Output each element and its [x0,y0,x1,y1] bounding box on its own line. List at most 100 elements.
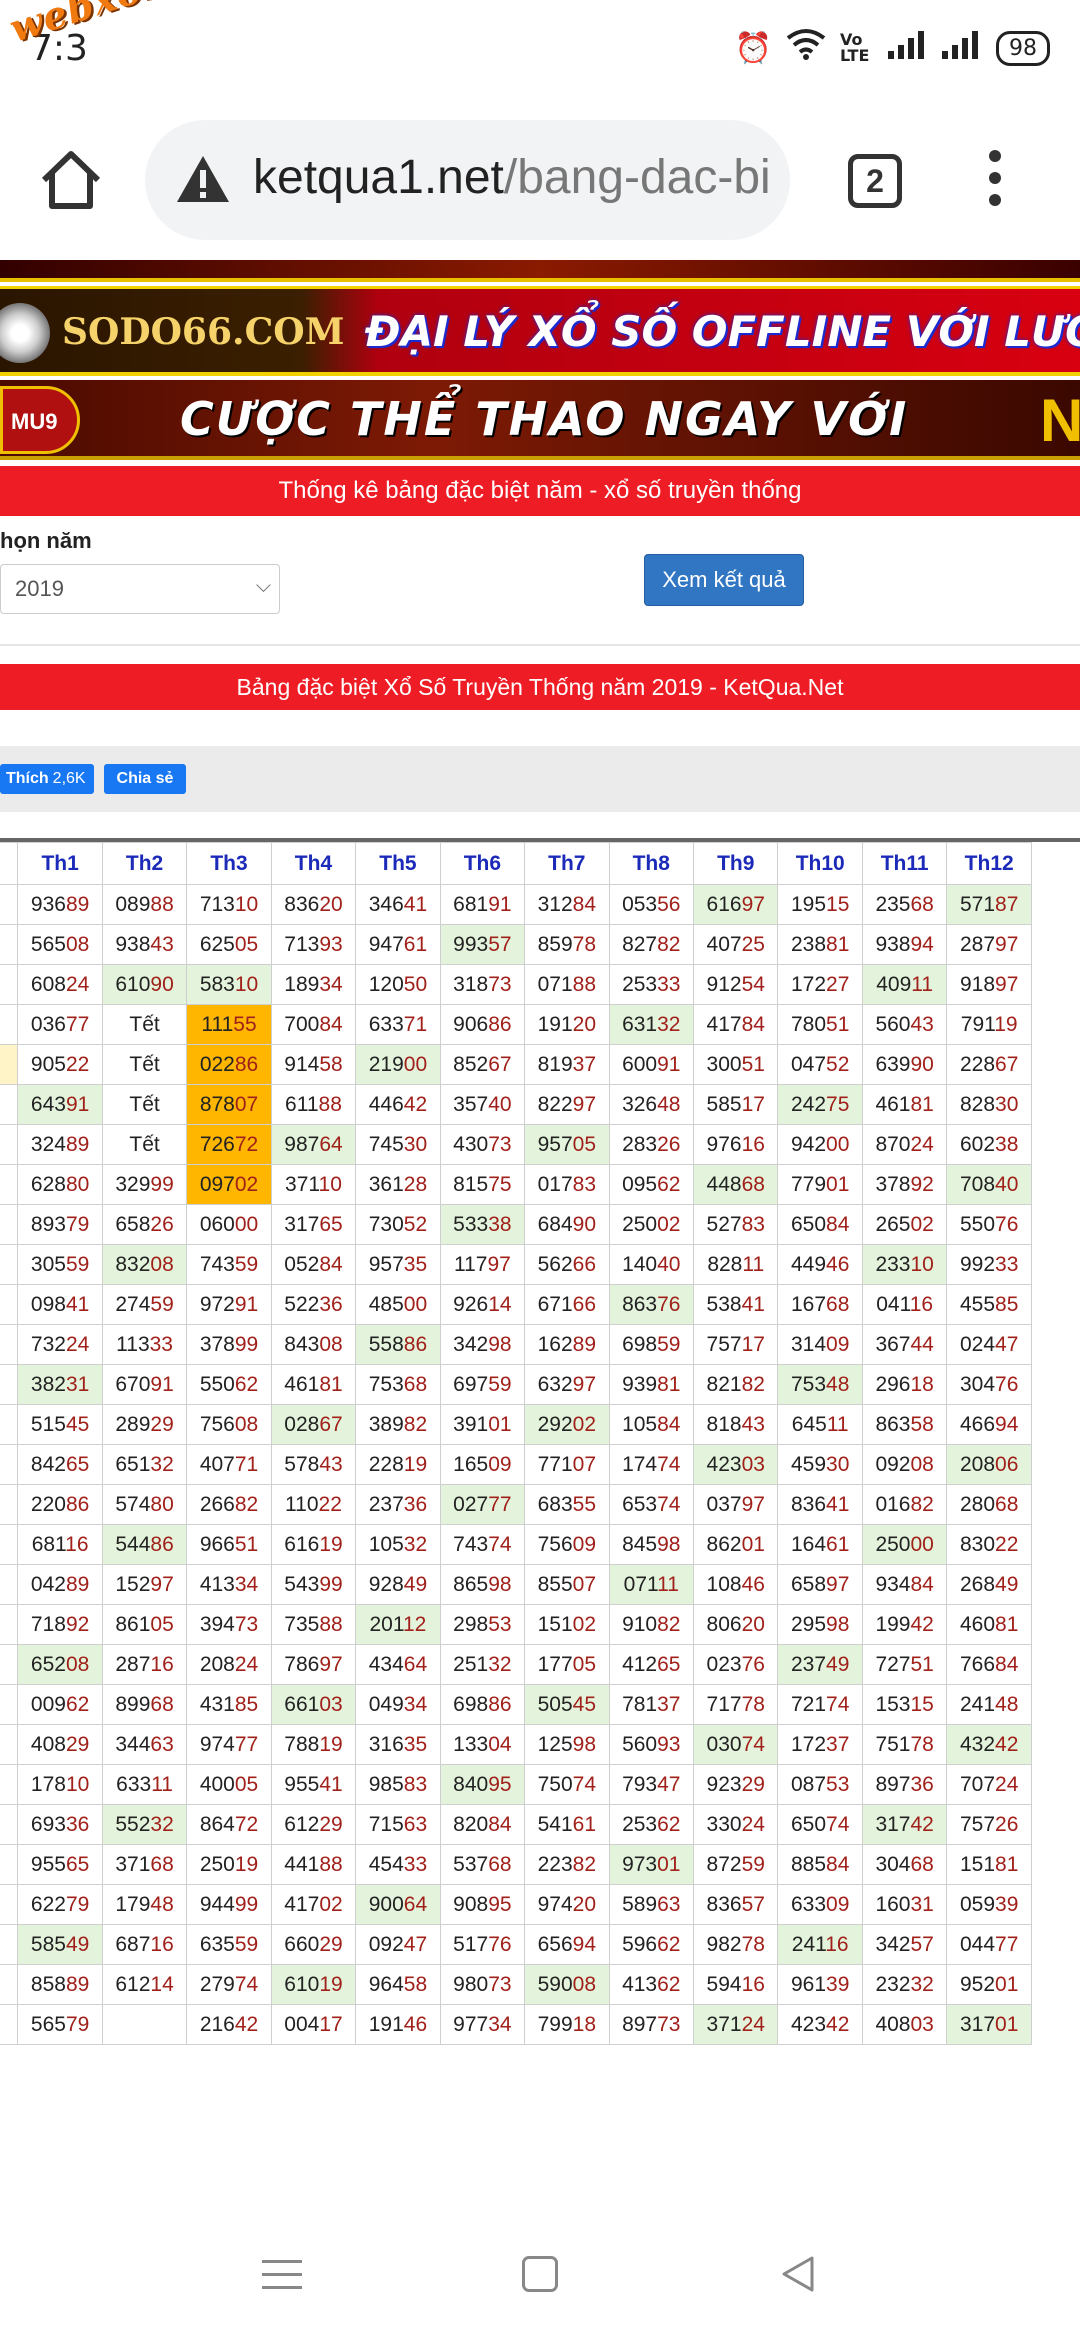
result-cell: 57843 [270,1444,357,1485]
result-cell: 65132 [101,1444,188,1485]
table-row: 09841 27459 97291 52236 48500 92614 67166 86376… [0,1284,1032,1325]
result-cell: 55232 [101,1804,188,1845]
result-cell: 60824 [17,964,103,1005]
result-cell: 93689 [17,884,103,925]
result-cell: 52783 [693,1204,779,1245]
result-cell: 58517 [693,1084,779,1125]
result-cell: 31765 [270,1204,357,1245]
result-cell: 61019 [270,1964,357,2005]
result-cell: 31635 [355,1724,441,1765]
result-cell: 94761 [355,924,441,965]
result-cell: 88584 [777,1844,863,1885]
result-cell: 75348 [777,1364,863,1405]
column-header-month: Th10 [777,842,863,885]
result-cell: 70084 [270,1004,357,1045]
result-cell: 00962 [17,1684,103,1725]
result-cell: 10532 [355,1524,441,1565]
result-cell: 40803 [861,2004,948,2045]
result-cell: 75368 [355,1364,441,1405]
result-cell: 09208 [861,1444,948,1485]
fb-share-button[interactable]: Chia sẻ [104,764,186,794]
back-icon[interactable] [778,2254,818,2294]
result-cell: 98583 [355,1764,441,1805]
year-select[interactable]: 2019 ⌵ [0,564,280,614]
result-cell: 02286 [186,1044,272,1085]
result-cell: 94499 [186,1884,272,1925]
result-cell: 37110 [270,1164,357,1205]
result-cell: 84598 [608,1524,695,1565]
logo-disc-icon [0,303,50,363]
result-cell: 71892 [17,1604,103,1645]
table-row: 95565 37168 25019 44188 45433 53768 22382 97301… [0,1844,1032,1885]
fb-like-button[interactable]: Thích 2,6K [0,764,94,794]
address-bar[interactable]: ketqua1.net/bang-dac-bi [145,120,790,240]
result-cell: 30051 [693,1044,779,1085]
result-cell: 70840 [946,1164,1032,1205]
result-cell: 57187 [946,884,1032,925]
result-cell: 62279 [17,1884,103,1925]
url-text[interactable]: ketqua1.net/bang-dac-bi [253,150,773,205]
view-results-button[interactable]: Xem kết quả [644,554,804,606]
table-row: 68116 54486 96651 61619 10532 74374 75609 84598… [0,1524,1032,1565]
result-cell: 07111 [608,1564,695,1605]
web-page: SODO66.COM ĐẠI LÝ XỔ SỐ OFFLINE VỚI LƯƠN… [0,260,1080,2210]
result-cell: 29598 [777,1604,863,1645]
result-cell: 62880 [17,1164,103,1205]
result-cell: Tết [101,1084,188,1125]
result-cell: 46694 [946,1404,1032,1445]
result-cell: 11333 [101,1324,188,1365]
ad-banner-sodo66[interactable]: SODO66.COM ĐẠI LÝ XỔ SỐ OFFLINE VỚI LƯƠN… [0,286,1080,376]
recent-apps-icon[interactable] [262,2260,302,2290]
home-icon[interactable] [36,146,106,216]
table-row: 93689 08988 71310 83620 34641 68191 31284 05356… [0,884,1032,925]
result-cell: 58310 [186,964,272,1005]
result-cell: 19942 [861,1604,948,1645]
result-cell: 11022 [270,1484,357,1525]
result-cell: 80620 [693,1604,779,1645]
day-cell [0,1964,19,2005]
result-cell: 28068 [946,1484,1032,1525]
result-cell: 68355 [524,1484,610,1525]
day-cell [0,1764,19,1805]
result-cell: 74374 [439,1524,526,1565]
table-row: 32489 Tết 72672 98764 74530 43073 95705 28326 97… [0,1124,1032,1165]
mu9-badge: MU9 [0,386,80,454]
warning-icon[interactable] [175,152,231,208]
day-cell [0,1284,19,1325]
more-menu-icon[interactable] [980,150,1010,214]
result-cell: 09702 [186,1164,272,1205]
result-cell: 22382 [524,1844,610,1885]
result-cell: 34641 [355,884,441,925]
result-cell: 01783 [524,1164,610,1205]
result-cell: 17810 [17,1764,103,1805]
result-cell: 86105 [101,1604,188,1645]
table-row: 71892 86105 39473 73588 20112 29853 15102 91082… [0,1604,1032,1645]
result-cell: 91458 [270,1044,357,1085]
result-cell: 90064 [355,1884,441,1925]
chevron-down-icon: ⌵ [255,575,271,597]
result-cell: 46181 [270,1364,357,1405]
table-row: 51545 28929 75608 02867 38982 39101 29202 10584… [0,1404,1032,1445]
result-cell: 90895 [439,1884,526,1925]
result-cell: 37899 [186,1324,272,1365]
day-cell [0,1164,19,1205]
tab-switcher-button[interactable]: 2 [848,154,902,208]
banner2-text: CƯỢC THỂ THAO NGAY VỚI [180,392,909,446]
banner-strip-top[interactable] [0,260,1080,282]
table-row: 22086 57480 26682 11022 23736 02777 68355 65374… [0,1484,1032,1525]
home-nav-icon[interactable] [522,2256,558,2292]
day-cell [0,924,19,965]
result-cell: 02447 [946,1324,1032,1365]
result-cell: 71310 [186,884,272,925]
result-cell: 79119 [946,1004,1032,1045]
result-cell: 96458 [355,1964,441,2005]
table-row: 56579 21642 00417 19146 97734 79918 89773 37124… [0,2004,1032,2045]
result-cell: 04289 [17,1564,103,1605]
result-cell: 36744 [861,1324,948,1365]
result-cell: 83641 [777,1484,863,1525]
result-cell: 65897 [777,1564,863,1605]
result-cell: 25002 [608,1204,695,1245]
result-cell: 97301 [608,1844,695,1885]
ad-banner-sports[interactable]: MU9 CƯỢC THỂ THAO NGAY VỚI N [0,380,1080,460]
result-cell: 76684 [946,1644,1032,1685]
